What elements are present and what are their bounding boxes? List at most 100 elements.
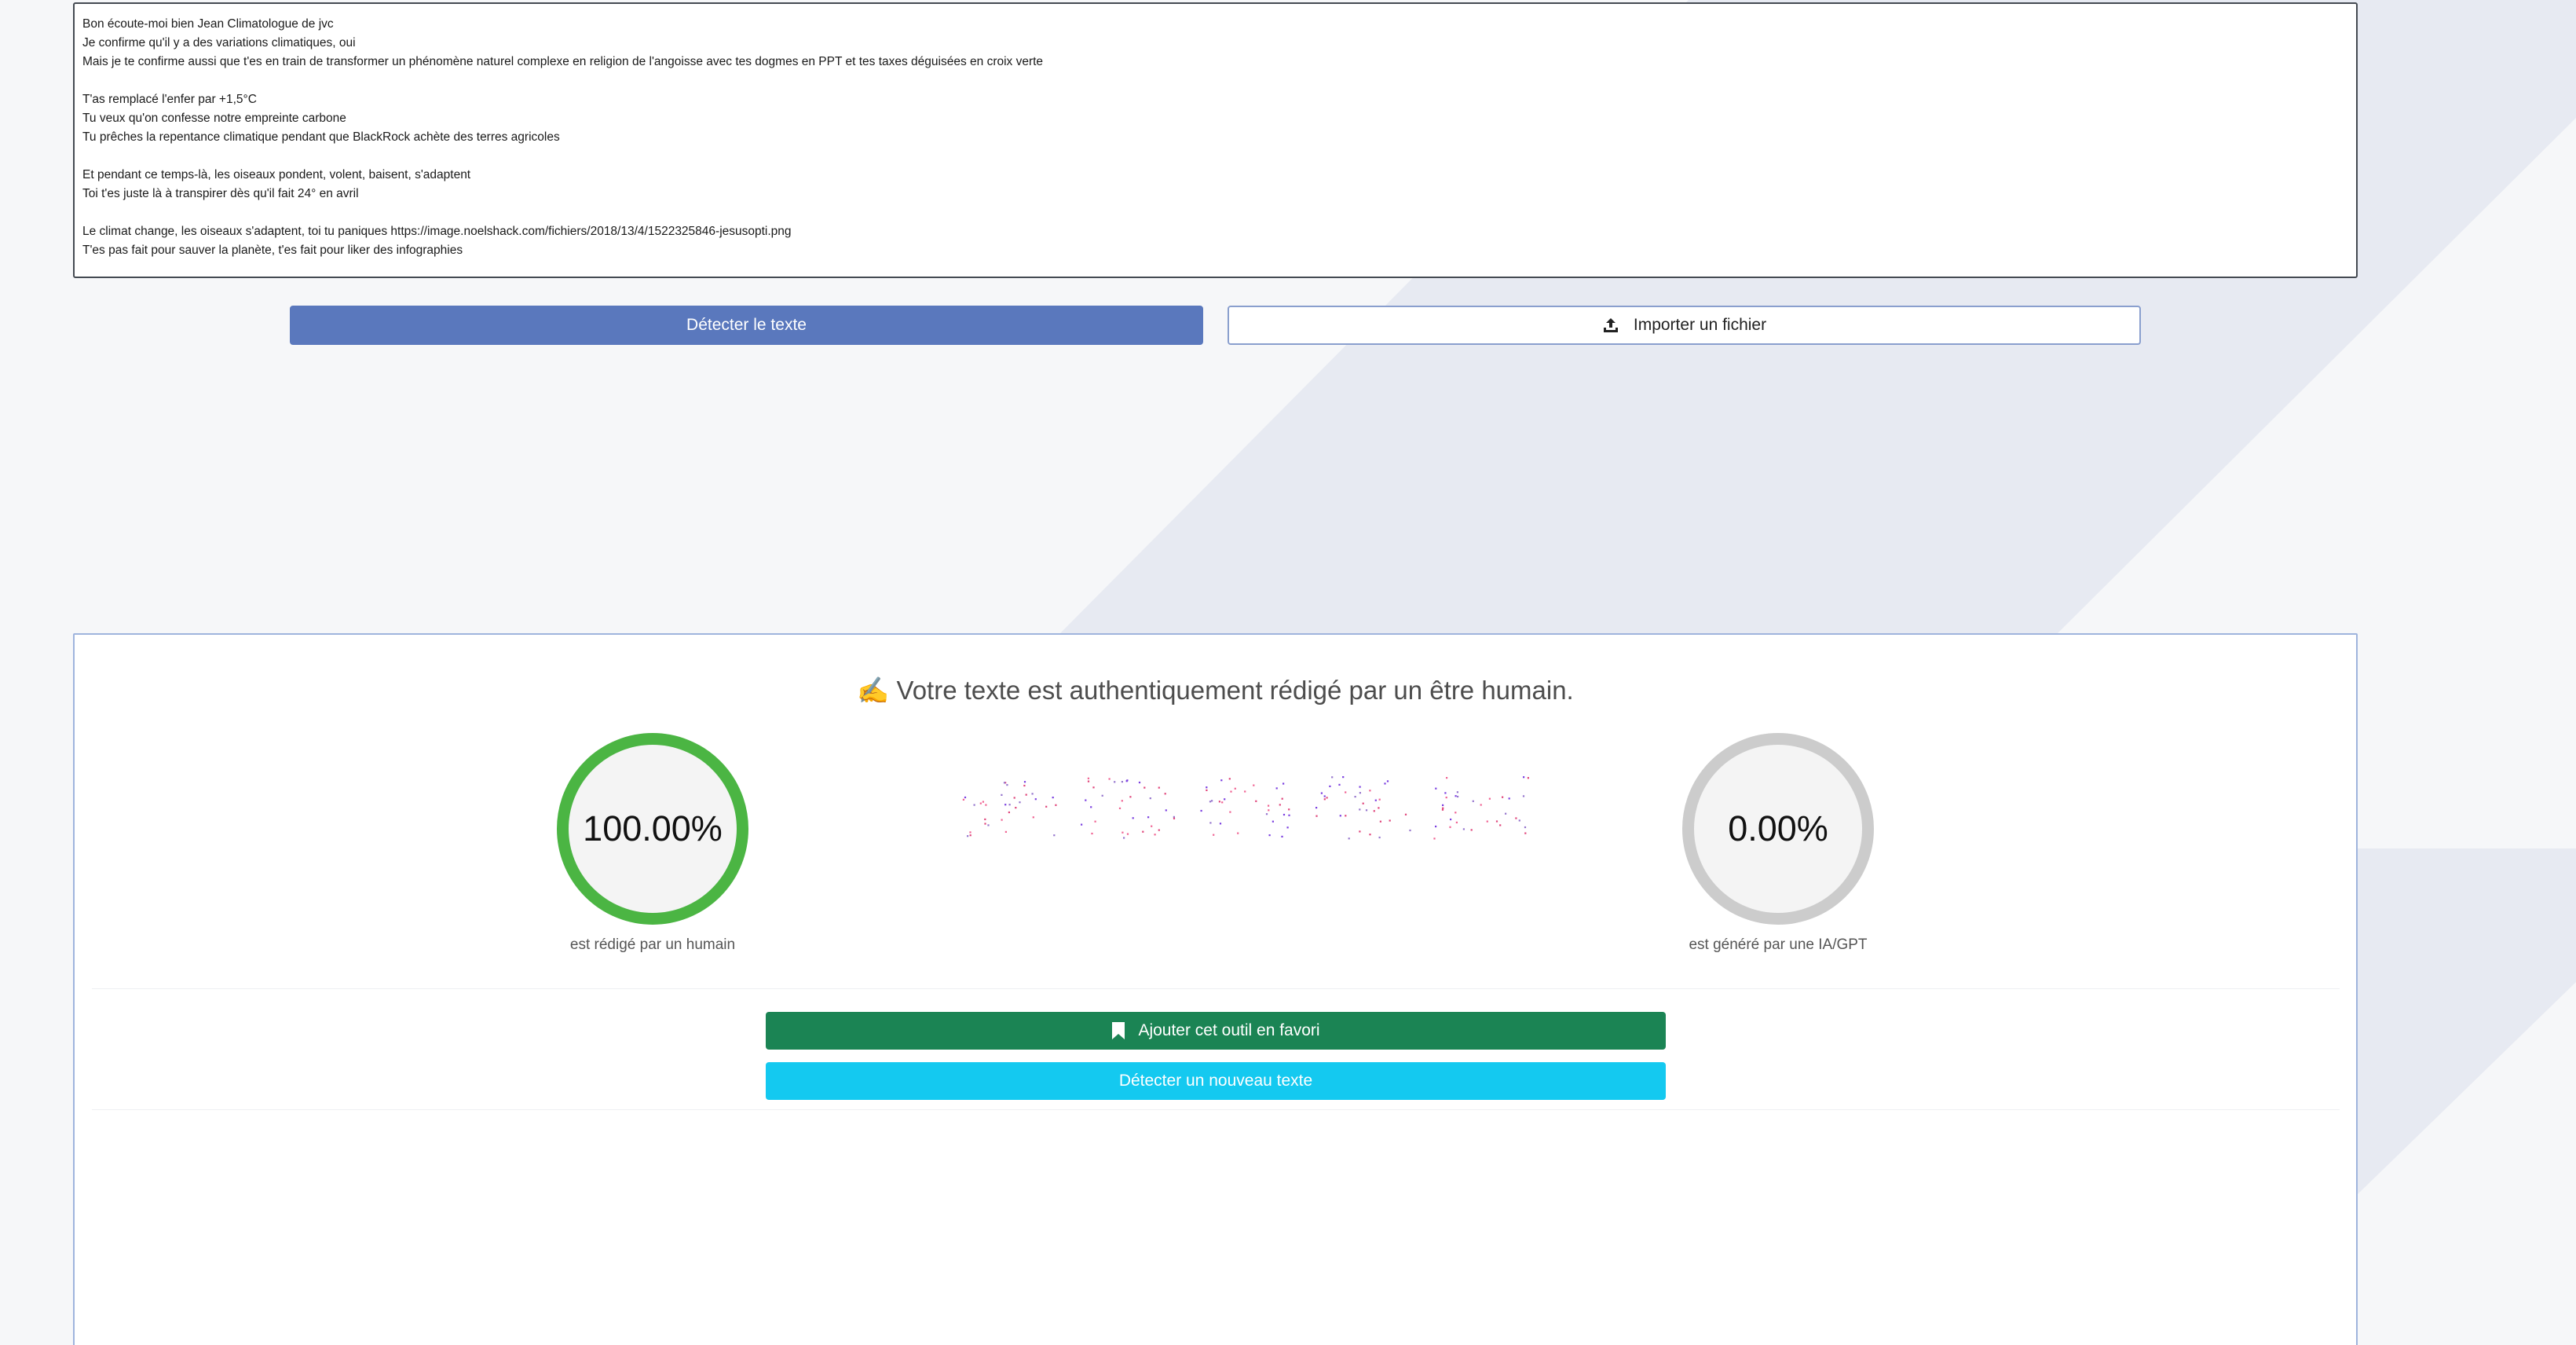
animation-dot: [1379, 820, 1381, 823]
animation-dot: [1052, 797, 1054, 799]
animation-dot: [969, 831, 971, 834]
animation-dot: [969, 834, 971, 837]
animation-dot: [984, 823, 986, 825]
animation-dot: [1338, 783, 1341, 786]
animation-dot: [1142, 830, 1144, 833]
detect-new-text-button[interactable]: Détecter un nouveau texte: [766, 1062, 1666, 1100]
animation-dot: [1339, 815, 1341, 817]
animation-dot: [1158, 786, 1160, 789]
animation-dot: [979, 802, 982, 804]
animation-dot: [1253, 784, 1255, 786]
animation-dot: [1449, 826, 1451, 828]
animation-dot: [1320, 792, 1323, 794]
animation-dot: [1219, 823, 1222, 825]
animation-dot: [1006, 784, 1008, 786]
text-line: [82, 147, 2348, 166]
animation-dot: [1283, 813, 1286, 816]
human-score-gauge: 100.00%: [557, 733, 748, 925]
animation-dot: [1200, 809, 1202, 812]
animation-dot: [1209, 801, 1212, 803]
animation-dot: [1455, 821, 1458, 823]
divider: [92, 988, 2340, 989]
animation-dot: [1384, 782, 1386, 785]
animation-dot: [1515, 817, 1517, 819]
animation-dot: [1004, 830, 1007, 833]
animation-dot: [1154, 834, 1156, 836]
animation-dot: [962, 798, 964, 801]
detect-text-button[interactable]: Détecter le texte: [290, 306, 1203, 345]
bookmark-icon: [1112, 1022, 1125, 1039]
animation-dot: [1275, 787, 1278, 790]
animation-dot: [1125, 780, 1128, 782]
animation-dot: [1032, 816, 1034, 819]
animation-dot: [1345, 815, 1347, 817]
animation-dot: [1454, 812, 1457, 814]
animation-dot: [1015, 807, 1017, 809]
animation-dot: [1164, 793, 1166, 795]
text-line: T'es pas fait pour sauver la planète, t'…: [82, 244, 463, 257]
animation-dot: [1268, 804, 1270, 807]
animation-dot: [1001, 793, 1003, 796]
animation-dot: [1268, 834, 1271, 837]
result-title: ✍️ Votre texte est authentiquement rédig…: [857, 676, 1574, 705]
animation-dot: [1435, 787, 1437, 790]
animation-dot: [1090, 806, 1092, 808]
animation-dot: [1279, 804, 1281, 806]
animation-dot: [1213, 834, 1215, 836]
animation-dot: [1025, 793, 1027, 796]
animation-dot: [1378, 798, 1381, 801]
human-score-caption: est rédigé par un humain: [569, 936, 736, 953]
animation-dot: [1404, 813, 1407, 815]
animation-dot: [1359, 808, 1361, 811]
animation-dot: [1132, 817, 1134, 819]
animation-dot: [1288, 814, 1290, 816]
animation-dot: [1359, 786, 1361, 788]
animation-dot: [1019, 801, 1021, 804]
animation-dot: [1281, 835, 1283, 837]
animation-dot: [1315, 815, 1318, 817]
text-input-area[interactable]: Bon écoute-moi bien Jean Climatologue de…: [73, 2, 2358, 278]
animation-dot: [1499, 824, 1502, 826]
animation-dot: [985, 804, 987, 806]
text-line: Mais je te confirme aussi que t'es en tr…: [82, 55, 1044, 68]
add-favorite-button[interactable]: Ajouter cet outil en favori: [766, 1012, 1666, 1050]
animation-dot: [1147, 816, 1150, 819]
animation-dot: [1369, 834, 1371, 836]
text-line: T'as remplacé l'enfer par +1,5°C: [82, 93, 257, 106]
animation-dot: [1342, 776, 1345, 779]
animation-dot: [1228, 778, 1231, 780]
animation-dot: [1441, 808, 1444, 811]
animation-dot: [1409, 829, 1411, 832]
animation-dot: [1389, 819, 1391, 822]
animation-dot: [1149, 797, 1151, 800]
animation-dot: [1001, 819, 1003, 821]
animation-dot: [984, 818, 986, 820]
animation-dot: [1378, 807, 1380, 809]
text-line: Et pendant ce temps-là, les oiseaux pond…: [82, 168, 471, 181]
animation-dot: [1495, 820, 1498, 823]
human-score-value: 100.00%: [583, 808, 723, 848]
animation-dot: [1244, 790, 1246, 793]
animation-dot: [1524, 832, 1527, 834]
animation-dot: [1229, 811, 1231, 813]
animation-dot: [1221, 801, 1224, 804]
ai-score-gauge: 0.00%: [1682, 733, 1874, 925]
text-line: [82, 203, 2348, 222]
animation-dot: [1378, 836, 1381, 839]
animation-dot: [1173, 815, 1175, 818]
animation-dot: [1121, 781, 1123, 783]
animation-dot: [1237, 832, 1239, 834]
animation-dot: [1031, 793, 1034, 795]
animation-dot: [1091, 832, 1093, 835]
animation-dot: [1013, 797, 1015, 799]
animation-dot: [1386, 780, 1389, 782]
animation-dot: [1094, 820, 1096, 823]
import-file-button[interactable]: Importer un fichier: [1228, 306, 2141, 345]
animation-dot: [1220, 779, 1223, 782]
animation-dot: [1472, 800, 1474, 802]
animation-dot: [1101, 794, 1103, 797]
animation-dot: [1206, 789, 1208, 791]
animation-dot: [1173, 817, 1176, 819]
animation-dot: [1206, 786, 1208, 789]
animation-dot: [1331, 776, 1334, 779]
